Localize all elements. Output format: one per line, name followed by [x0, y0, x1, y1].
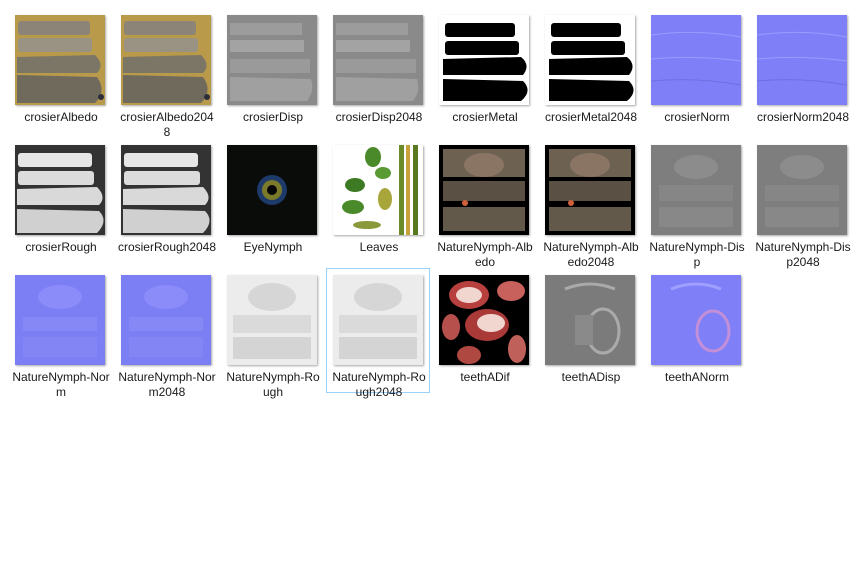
file-name: crosierRough2048: [117, 240, 217, 254]
file-item[interactable]: NatureNymph-Norm2048: [114, 268, 218, 399]
file-name: NatureNymph-Albedo: [437, 240, 533, 269]
file-name: NatureNymph-Norm: [12, 370, 110, 399]
file-item[interactable]: crosierNorm: [644, 8, 748, 133]
file-item[interactable]: crosierNorm2048: [750, 8, 854, 133]
file-thumbnail: [227, 145, 317, 235]
file-name: crosierNorm: [664, 110, 730, 124]
file-item[interactable]: NatureNymph-Norm: [8, 268, 112, 399]
file-thumbnail: [651, 15, 741, 105]
file-item[interactable]: EyeNymph: [220, 138, 324, 263]
file-item[interactable]: NatureNymph-Albedo: [432, 138, 536, 269]
file-thumbnail: [757, 15, 847, 105]
file-name: teethANorm: [664, 370, 730, 384]
file-item[interactable]: teethADif: [432, 268, 536, 393]
file-name: crosierNorm2048: [756, 110, 850, 124]
file-item[interactable]: teethANorm: [644, 268, 748, 393]
file-thumbnail: [439, 145, 529, 235]
file-name: crosierMetal: [452, 110, 518, 124]
file-item[interactable]: teethADisp: [538, 268, 642, 393]
file-name: crosierRough: [25, 240, 97, 254]
file-item[interactable]: NatureNymph-Disp2048: [750, 138, 854, 269]
file-name: crosierDisp2048: [335, 110, 423, 124]
file-item[interactable]: crosierAlbedo: [8, 8, 112, 133]
file-name: NatureNymph-Disp2048: [755, 240, 851, 269]
file-name: crosierDisp: [242, 110, 303, 124]
file-thumbnail: [15, 15, 105, 105]
file-item[interactable]: Leaves: [326, 138, 430, 263]
file-thumbnail: [651, 145, 741, 235]
file-item[interactable]: NatureNymph-Rough2048: [326, 268, 430, 399]
file-item[interactable]: crosierRough2048: [114, 138, 218, 263]
file-name: teethADif: [460, 370, 510, 384]
file-thumbnail: [545, 275, 635, 365]
file-thumbnail: [439, 15, 529, 105]
file-item[interactable]: NatureNymph-Albedo2048: [538, 138, 642, 269]
file-item[interactable]: crosierAlbedo2048: [114, 8, 218, 139]
file-thumbnail: [757, 145, 847, 235]
file-name: NatureNymph-Norm2048: [118, 370, 216, 399]
file-item[interactable]: crosierDisp: [220, 8, 324, 133]
file-thumbnail: [121, 145, 211, 235]
file-thumbnail: [227, 15, 317, 105]
file-item[interactable]: crosierMetal2048: [538, 8, 642, 133]
file-thumbnail: [333, 275, 423, 365]
file-name: crosierAlbedo2048: [120, 110, 214, 139]
file-thumbnail: [227, 275, 317, 365]
file-thumbnail: [651, 275, 741, 365]
file-item[interactable]: crosierMetal: [432, 8, 536, 133]
file-name: teethADisp: [561, 370, 621, 384]
file-thumbnail: [121, 15, 211, 105]
file-thumbnail: [545, 15, 635, 105]
file-item[interactable]: crosierDisp2048: [326, 8, 430, 133]
file-name: EyeNymph: [243, 240, 303, 254]
file-name: NatureNymph-Rough2048: [332, 370, 426, 399]
file-name: NatureNymph-Albedo2048: [543, 240, 639, 269]
file-name: NatureNymph-Rough: [226, 370, 320, 399]
file-thumbnail: [439, 275, 529, 365]
file-thumbnail: [15, 275, 105, 365]
file-name: Leaves: [359, 240, 399, 254]
file-thumbnail: [545, 145, 635, 235]
file-thumbnail: [121, 275, 211, 365]
file-name: NatureNymph-Disp: [649, 240, 745, 269]
file-name: crosierAlbedo: [24, 110, 98, 124]
file-item[interactable]: crosierRough: [8, 138, 112, 263]
file-thumbnail: [333, 145, 423, 235]
file-item[interactable]: NatureNymph-Disp: [644, 138, 748, 269]
file-item[interactable]: NatureNymph-Rough: [220, 268, 324, 399]
file-thumbnail: [15, 145, 105, 235]
file-name: crosierMetal2048: [544, 110, 638, 124]
file-thumbnail: [333, 15, 423, 105]
